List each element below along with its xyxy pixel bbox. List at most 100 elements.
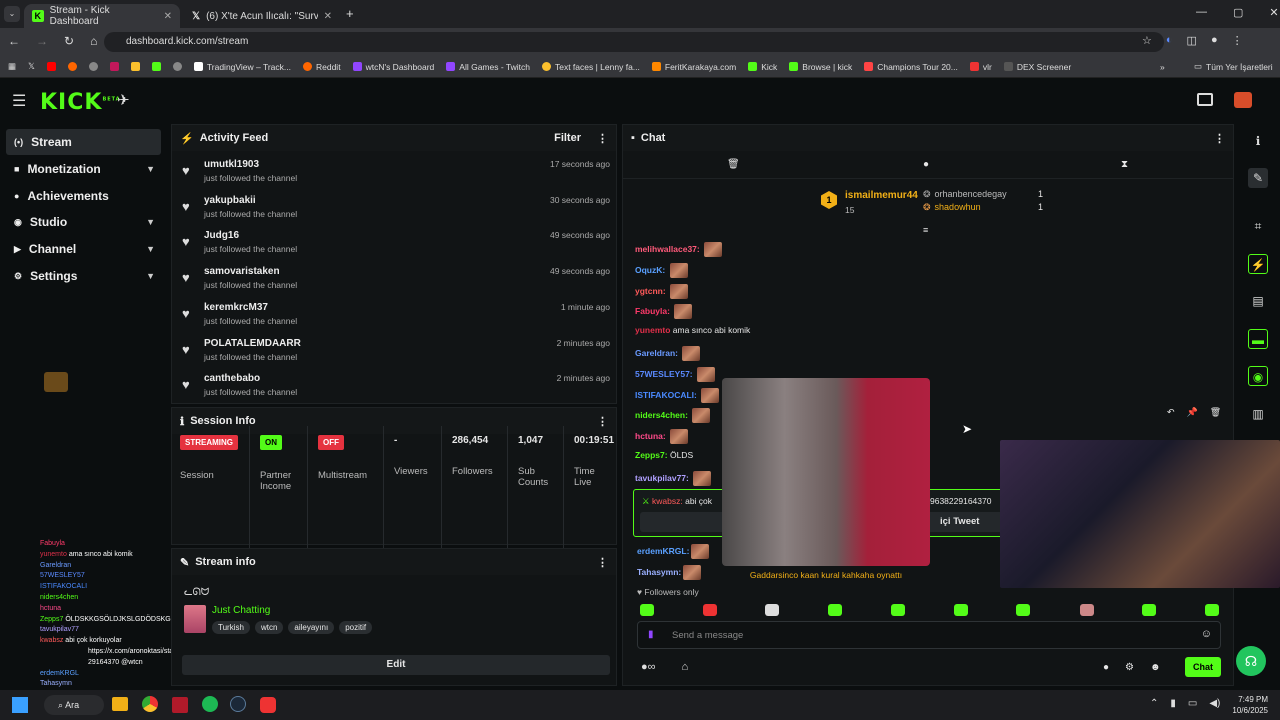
- sidebar-item-achievements[interactable]: ● Achievements: [6, 183, 161, 209]
- sidebar-item-settings[interactable]: ⚙ Settings ▼: [6, 263, 161, 289]
- chat-line[interactable]: ISTIFAKOCALI:: [635, 387, 720, 403]
- minimize-icon[interactable]: —: [1196, 6, 1207, 19]
- off-badge[interactable]: OFF: [318, 435, 344, 450]
- emote-icon[interactable]: [828, 604, 842, 616]
- bookmark-vlr[interactable]: vlr: [969, 62, 992, 72]
- chat-line[interactable]: tavukpilav77:: [635, 470, 712, 486]
- chat-line[interactable]: OquzK:: [635, 262, 688, 278]
- sidebar-item-channel[interactable]: ▶ Channel ▼: [6, 236, 161, 262]
- back-icon[interactable]: ←: [8, 34, 20, 48]
- sidebar-item-monetization[interactable]: ■ Monetization ▼: [6, 156, 161, 182]
- store-icon[interactable]: ⌂: [682, 661, 689, 673]
- chat-bubble-icon[interactable]: ▬: [1248, 329, 1268, 349]
- reddit-bookmark-icon[interactable]: [67, 62, 77, 71]
- mic-icon[interactable]: ▮: [1170, 698, 1176, 709]
- streamer-mode-icon[interactable]: [1197, 93, 1213, 106]
- chrome-icon[interactable]: [142, 696, 158, 712]
- bookmark-browse-kick[interactable]: Browse | kick: [789, 62, 852, 72]
- gifter-name[interactable]: orhanbencedegay: [935, 189, 1007, 200]
- rocket-icon[interactable]: ✈: [117, 91, 130, 109]
- filter-button[interactable]: Filter: [554, 132, 581, 144]
- extensions-icon[interactable]: ◫: [1187, 34, 1197, 47]
- send-chat-button[interactable]: Chat: [1185, 657, 1221, 677]
- bookmark-twitch-games[interactable]: All Games - Twitch: [446, 62, 530, 72]
- spotify-icon[interactable]: [202, 696, 218, 712]
- chat-line[interactable]: ygtcnn:: [635, 283, 689, 299]
- user-avatar[interactable]: [1234, 92, 1252, 108]
- document-icon[interactable]: ▤: [1248, 291, 1268, 311]
- clock[interactable]: 7:49 PM 10/6/2025: [1228, 694, 1268, 716]
- hourglass-icon[interactable]: ⧗: [1121, 159, 1128, 170]
- chat-line[interactable]: Zepps7: ÖLDS: [635, 450, 693, 460]
- more-options-icon[interactable]: ⋮: [597, 132, 608, 145]
- follower-name[interactable]: keremkrcM37: [204, 302, 268, 313]
- app-icon[interactable]: [260, 697, 276, 713]
- chat-line[interactable]: melihwallace37:: [635, 242, 723, 257]
- broadcast-icon[interactable]: ◉: [1248, 366, 1268, 386]
- apps-grid-icon[interactable]: ▦: [8, 61, 16, 72]
- follower-name[interactable]: Judg16: [204, 230, 239, 241]
- emote-icon[interactable]: [891, 604, 905, 616]
- pencil-icon[interactable]: ✎: [1248, 168, 1268, 188]
- emote-icon[interactable]: [640, 604, 654, 616]
- chat-line[interactable]: yunemto ama sınco abi komik: [635, 325, 750, 335]
- sidebar-item-studio[interactable]: ◉ Studio ▼: [6, 209, 161, 235]
- emote-icon[interactable]: [1016, 604, 1030, 616]
- users-icon[interactable]: ☻: [1150, 662, 1161, 673]
- reply-icon[interactable]: ↶: [1167, 407, 1175, 418]
- layout-icon[interactable]: ▥: [1248, 404, 1268, 424]
- more-bookmarks-icon[interactable]: »: [1160, 62, 1165, 72]
- trash-icon[interactable]: 🗑: [727, 159, 740, 170]
- hamburger-menu-icon[interactable]: ☰: [12, 91, 26, 111]
- points-icon[interactable]: ●∞: [641, 661, 656, 673]
- chat-line[interactable]: Gareldran:: [635, 346, 701, 361]
- bookmark-dex-screener[interactable]: DEX Screener: [1003, 62, 1071, 72]
- more-options-icon[interactable]: ⋮: [1214, 132, 1225, 145]
- sidebar-item-stream[interactable]: (•) Stream: [6, 129, 161, 155]
- all-bookmarks-folder[interactable]: ▭ Tüm Yer İşaretleri: [1194, 61, 1273, 72]
- steam-icon[interactable]: [230, 696, 246, 712]
- chevron-up-icon[interactable]: ⌃: [1150, 698, 1158, 709]
- lightning-icon[interactable]: ⚡: [1248, 254, 1268, 274]
- bookmark-lenny[interactable]: Text faces | Lenny fa...: [541, 62, 640, 72]
- bookmark-icon[interactable]: [151, 62, 161, 71]
- chat-settings-icon[interactable]: ●: [1103, 662, 1109, 673]
- reload-icon[interactable]: ↻: [64, 34, 74, 48]
- youtube-bookmark-icon[interactable]: [46, 62, 56, 71]
- profile-avatar[interactable]: ●: [1211, 34, 1218, 47]
- kick-logo[interactable]: KICKBETA: [40, 90, 121, 115]
- emoji-icon[interactable]: ☺: [1201, 628, 1212, 640]
- x-bookmark-icon[interactable]: 𝕏: [28, 61, 35, 72]
- emote-icon[interactable]: [703, 604, 717, 616]
- emote-icon[interactable]: [1080, 604, 1094, 616]
- taskbar-search[interactable]: ⌕ Ara: [44, 695, 104, 715]
- pin-icon[interactable]: 📌: [1187, 407, 1198, 418]
- tag[interactable]: Turkish: [212, 621, 250, 634]
- emote-icon[interactable]: [765, 604, 779, 616]
- bookmark-icon[interactable]: [172, 62, 182, 71]
- bookmark-tradingview[interactable]: TradingView – Track...: [193, 62, 291, 72]
- network-icon[interactable]: ▭: [1188, 698, 1197, 709]
- emote-icon[interactable]: [1205, 604, 1219, 616]
- close-icon[interactable]: ✕: [164, 11, 172, 22]
- follower-name[interactable]: canthebabo: [204, 373, 260, 384]
- screen-icon[interactable]: ⌗: [1248, 216, 1268, 236]
- emote-icon[interactable]: [1142, 604, 1156, 616]
- message-input[interactable]: ▮ Send a message ☺: [637, 621, 1221, 649]
- edit-button[interactable]: Edit: [182, 655, 610, 675]
- category-thumbnail[interactable]: [184, 605, 206, 633]
- follower-name[interactable]: samovaristaken: [204, 266, 280, 277]
- menu-dots-icon[interactable]: ⋮: [1232, 34, 1243, 47]
- file-explorer-icon[interactable]: [112, 697, 128, 711]
- tag[interactable]: pozitif: [339, 621, 373, 634]
- collapse-icon[interactable]: ≡: [923, 225, 928, 235]
- gear-icon[interactable]: ⚙: [1125, 662, 1134, 673]
- delete-icon[interactable]: 🗑: [1210, 407, 1221, 418]
- bookmark-wtcn-dashboard[interactable]: wtcN's Dashboard: [352, 62, 434, 72]
- chat-line[interactable]: hctuna:: [635, 429, 689, 445]
- tab-search-icon[interactable]: ⌄: [4, 6, 20, 22]
- extension-icon[interactable]: ◐: [1166, 34, 1173, 47]
- follower-name[interactable]: yakupbakii: [204, 195, 256, 206]
- tab-x-post[interactable]: 𝕏 (6) X'te Acun Ilıcalı: "Survivor 20 ✕: [184, 4, 340, 28]
- chat-icon[interactable]: ●: [923, 159, 929, 170]
